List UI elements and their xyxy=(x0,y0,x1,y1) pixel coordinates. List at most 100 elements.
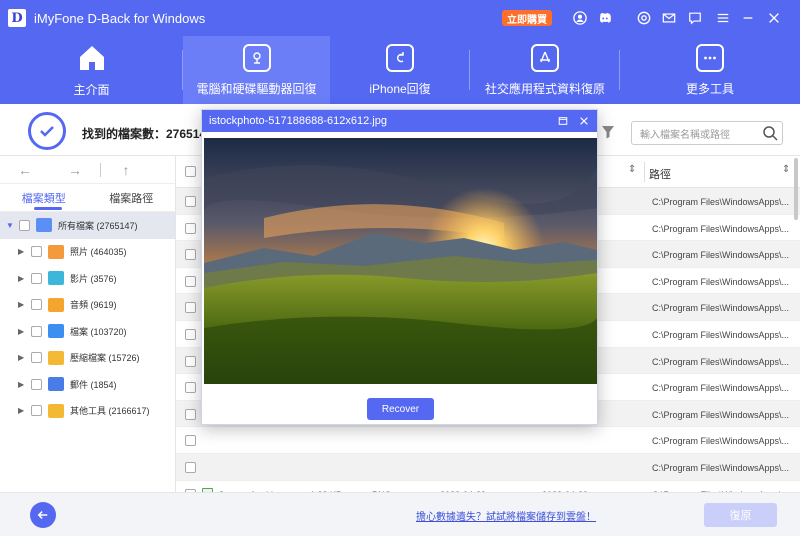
row-checkbox[interactable] xyxy=(185,435,196,447)
row-path: C:\Program Files\WindowsApps\... xyxy=(652,356,790,367)
tree-item-label: 音頻 (9619) xyxy=(70,300,117,311)
filter-icon[interactable] xyxy=(601,125,615,142)
expand-arrow-icon[interactable]: ▶ xyxy=(18,406,28,415)
nav-computer-recovery-label: 電腦和硬碟驅動器回復 xyxy=(196,81,317,96)
discord-icon[interactable] xyxy=(597,10,613,26)
dialog-close-icon[interactable] xyxy=(577,114,591,128)
restore-button[interactable]: 復原 xyxy=(704,503,777,527)
row-checkbox[interactable] xyxy=(185,329,196,340)
bottom-bar: 擔心數據遺失？試試將檔案儲存到雲盤！ 復原 xyxy=(0,492,800,536)
expand-arrow-icon[interactable]: ▼ xyxy=(6,221,16,230)
music-icon xyxy=(48,297,64,312)
row-checkbox[interactable] xyxy=(185,382,196,394)
row-checkbox[interactable] xyxy=(185,249,196,261)
row-checkbox[interactable] xyxy=(185,196,196,207)
tree-item[interactable]: ▶ 壓縮檔案 (15726) xyxy=(0,345,175,372)
row-path: C:\Program Files\WindowsApps\... xyxy=(652,197,790,207)
back-arrow-icon[interactable]: ← xyxy=(0,162,50,178)
row-checkbox[interactable] xyxy=(185,408,196,420)
search-input[interactable]: 輸入檔案名稱或路徑 xyxy=(631,121,783,145)
close-icon[interactable] xyxy=(766,10,782,26)
scan-complete-check-icon xyxy=(28,112,66,150)
document-icon xyxy=(48,324,64,339)
tree-item[interactable]: ▶ 音頻 (9619) xyxy=(0,292,175,319)
mail-icon[interactable] xyxy=(661,10,677,26)
menu-icon[interactable] xyxy=(715,10,731,26)
nav-more-tools-label: 更多工具 xyxy=(685,81,734,96)
tree-item[interactable]: ▶ 照片 (464035) xyxy=(0,239,175,266)
nav-social-app-recovery[interactable]: 社交應用程式資料復原 xyxy=(470,36,620,104)
tree-item[interactable]: ▶ 郵件 (1854) xyxy=(0,371,175,398)
target-icon[interactable] xyxy=(636,10,652,26)
tree-item-checkbox[interactable] xyxy=(31,272,42,284)
recover-button[interactable]: Recover xyxy=(367,398,434,420)
row-checkbox[interactable] xyxy=(185,355,196,367)
dialog-header: istockphoto-517188688-612x612.jpg xyxy=(202,110,597,132)
expand-arrow-icon[interactable]: ▶ xyxy=(18,353,28,362)
minimize-icon[interactable] xyxy=(740,10,756,26)
folder-icon xyxy=(48,403,64,418)
buy-now-button[interactable]: 立即購買 xyxy=(502,10,552,26)
path-column-header[interactable]: 路徑 xyxy=(649,166,671,182)
active-tab-indicator xyxy=(34,207,62,210)
back-button[interactable] xyxy=(30,502,56,528)
nav-more-tools[interactable]: 更多工具 xyxy=(620,36,800,104)
file-type-tree: ▼ 所有檔案 (2765147) ▶ 照片 (464035) ▶ 影片 (3576) ▶ 音頻… xyxy=(0,212,175,424)
tree-item-checkbox[interactable] xyxy=(31,378,42,390)
expand-arrow-icon[interactable]: ▶ xyxy=(18,327,28,336)
table-scrollbar[interactable] xyxy=(794,158,798,220)
preview-image: ⤢ + − ↺ ↻ xyxy=(204,138,597,384)
row-checkbox[interactable] xyxy=(185,302,196,314)
tree-item[interactable]: ▶ 檔案 (103720) xyxy=(0,318,175,345)
archive-icon xyxy=(48,350,64,365)
left-panel: ← → ↑ 檔案類型 檔案路徑 ▼ 所有檔案 (2765147) ▶ 照片 (4640… xyxy=(0,156,176,492)
expand-arrow-icon[interactable]: ▶ xyxy=(18,247,28,256)
tree-item-label: 所有檔案 (2765147) xyxy=(58,220,138,231)
tree-item-checkbox[interactable] xyxy=(31,246,42,258)
nav-computer-recovery[interactable]: 電腦和硬碟驅動器回復 xyxy=(183,36,330,104)
row-path: C:\Program Files\WindowsApps\... xyxy=(652,223,790,234)
app-logo: D xyxy=(8,9,26,27)
path-sort-icon[interactable]: ⇕ xyxy=(782,164,790,175)
preview-filename: istockphoto-517188688-612x612.jpg xyxy=(209,115,387,127)
tab-file-type[interactable]: 檔案類型 xyxy=(0,190,88,206)
tree-item-checkbox[interactable] xyxy=(19,219,30,231)
nav-social-app-recovery-label: 社交應用程式資料復原 xyxy=(484,81,605,96)
tree-item[interactable]: ▶ 其他工具 (2166617) xyxy=(0,398,175,425)
nav-home[interactable]: 主介面 xyxy=(0,36,183,104)
row-checkbox[interactable] xyxy=(185,462,196,473)
nav-iphone-recovery[interactable]: iPhone回復 xyxy=(330,36,470,104)
appstore-icon xyxy=(531,43,559,72)
tree-item-checkbox[interactable] xyxy=(31,352,42,364)
tree-item-checkbox[interactable] xyxy=(31,325,42,337)
tree-item-checkbox[interactable] xyxy=(31,405,42,417)
table-row[interactable]: C:\Program Files\WindowsApps\... xyxy=(176,454,800,481)
row-checkbox[interactable] xyxy=(185,275,196,287)
cloud-backup-link[interactable]: 擔心數據遺失？試試將檔案儲存到雲盤！ xyxy=(416,508,596,523)
row-checkbox[interactable] xyxy=(185,222,196,234)
row-path: C:\Program Files\WindowsApps\... xyxy=(652,250,790,261)
search-icon[interactable] xyxy=(762,125,778,144)
table-row[interactable]: C:\Program Files\WindowsApps\... xyxy=(176,427,800,454)
forward-arrow-icon[interactable]: → xyxy=(50,162,100,178)
expand-arrow-icon[interactable]: ▶ xyxy=(18,300,28,309)
expand-arrow-icon[interactable]: ▶ xyxy=(18,274,28,283)
tree-item-checkbox[interactable] xyxy=(31,299,42,311)
maximize-icon[interactable] xyxy=(556,114,570,128)
main-navigation: 主介面 電腦和硬碟驅動器回復 iPhone回復 社交應用程式資料復原 更多工具 xyxy=(0,36,800,104)
tree-item[interactable]: ▼ 所有檔案 (2765147) xyxy=(0,212,175,239)
row-path: C:\Program Files\WindowsApps\... xyxy=(652,330,790,340)
select-all-checkbox[interactable] xyxy=(185,166,196,177)
sort-icon[interactable]: ⇕ xyxy=(628,164,636,175)
up-arrow-icon[interactable]: ↑ xyxy=(101,162,151,178)
tree-item-label: 其他工具 (2166617) xyxy=(70,406,150,417)
user-icon[interactable] xyxy=(572,10,588,26)
row-path: C:\Program Files\WindowsApps\... xyxy=(652,409,790,420)
tab-file-path[interactable]: 檔案路徑 xyxy=(88,190,176,206)
expand-arrow-icon[interactable]: ▶ xyxy=(18,380,28,389)
tree-item[interactable]: ▶ 影片 (3576) xyxy=(0,265,175,292)
image-preview-dialog: istockphoto-517188688-612x612.jpg Recove… xyxy=(201,109,598,425)
photo-icon xyxy=(48,244,64,259)
iphone-icon xyxy=(386,43,414,72)
feedback-icon[interactable] xyxy=(687,10,703,26)
